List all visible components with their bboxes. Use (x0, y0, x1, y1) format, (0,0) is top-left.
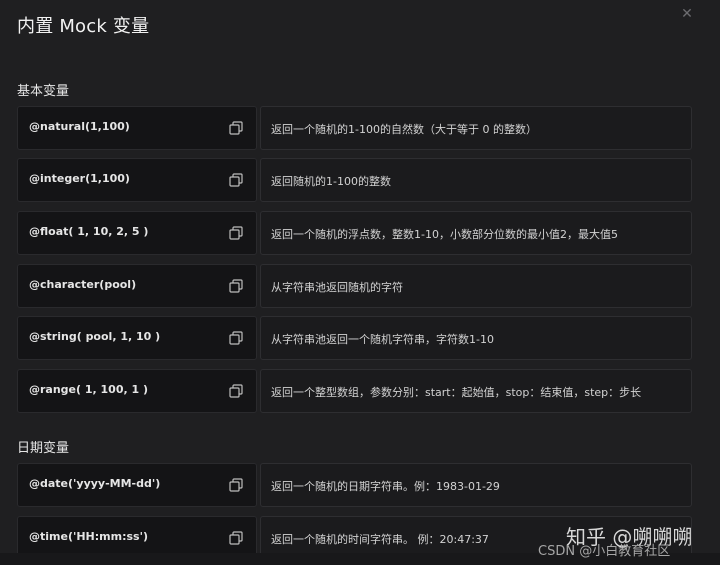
copy-icon[interactable] (229, 531, 243, 545)
section-title-date: 日期变量 (17, 441, 70, 456)
variable-code: @character(pool) (29, 278, 137, 291)
mock-variables-dialog: 内置 Mock 变量 ✕ 基本变量 @natural(1,100) 返回一个随机… (0, 0, 720, 565)
variable-row: @character(pool) 从字符串池返回随机的字符 (17, 264, 692, 308)
variable-description: 从字符串池返回随机的字符 (271, 281, 403, 294)
variable-description: 返回一个整型数组，参数分别：start：起始值，stop：结束值，step：步长 (271, 386, 642, 399)
variable-code: @integer(1,100) (29, 172, 130, 185)
variable-description-cell: 返回随机的1-100的整数 (260, 158, 692, 202)
variable-code: @time('HH:mm:ss') (29, 530, 148, 543)
copy-icon[interactable] (229, 226, 243, 240)
copy-icon[interactable] (229, 478, 243, 492)
copy-icon[interactable] (229, 331, 243, 345)
variable-code-cell: @date('yyyy-MM-dd') (17, 463, 257, 507)
variable-code-cell: @string( pool, 1, 10 ) (17, 316, 257, 360)
variable-description: 从字符串池返回一个随机字符串，字符数1-10 (271, 333, 494, 346)
variable-code-cell: @character(pool) (17, 264, 257, 308)
variable-description: 返回一个随机的日期字符串。例：1983-01-29 (271, 480, 500, 493)
variable-description-cell: 返回一个随机的日期字符串。例：1983-01-29 (260, 463, 692, 507)
variable-code: @string( pool, 1, 10 ) (29, 330, 161, 343)
copy-icon[interactable] (229, 121, 243, 135)
copy-icon[interactable] (229, 279, 243, 293)
variable-code-cell: @natural(1,100) (17, 106, 257, 150)
close-icon[interactable]: ✕ (679, 6, 695, 22)
copy-icon[interactable] (229, 173, 243, 187)
variable-code: @date('yyyy-MM-dd') (29, 477, 161, 490)
variable-row: @float( 1, 10, 2, 5 ) 返回一个随机的浮点数，整数1-10，… (17, 211, 692, 255)
variable-description: 返回一个随机的浮点数，整数1-10，小数部分位数的最小值2，最大值5 (271, 228, 618, 241)
variable-description-cell: 从字符串池返回随机的字符 (260, 264, 692, 308)
csdn-watermark: CSDN @小白教育社区 (538, 544, 671, 559)
variable-code: @natural(1,100) (29, 120, 130, 133)
variable-description: 返回一个随机的1-100的自然数（大于等于 0 的整数） (271, 123, 537, 136)
variable-row: @range( 1, 100, 1 ) 返回一个整型数组，参数分别：start：… (17, 369, 692, 413)
variable-description: 返回一个随机的时间字符串。 例：20:47:37 (271, 533, 489, 546)
variable-description-cell: 返回一个随机的1-100的自然数（大于等于 0 的整数） (260, 106, 692, 150)
copy-icon[interactable] (229, 384, 243, 398)
variable-row: @integer(1,100) 返回随机的1-100的整数 (17, 158, 692, 202)
variable-code-cell: @range( 1, 100, 1 ) (17, 369, 257, 413)
variable-description-cell: 从字符串池返回一个随机字符串，字符数1-10 (260, 316, 692, 360)
variable-code-cell: @integer(1,100) (17, 158, 257, 202)
section-title-basic: 基本变量 (17, 84, 70, 99)
variable-code: @range( 1, 100, 1 ) (29, 383, 149, 396)
variable-row: @date('yyyy-MM-dd') 返回一个随机的日期字符串。例：1983-… (17, 463, 692, 507)
variable-row: @natural(1,100) 返回一个随机的1-100的自然数（大于等于 0 … (17, 106, 692, 150)
variable-row: @string( pool, 1, 10 ) 从字符串池返回一个随机字符串，字符… (17, 316, 692, 360)
variable-code: @float( 1, 10, 2, 5 ) (29, 225, 149, 238)
variable-code-cell: @float( 1, 10, 2, 5 ) (17, 211, 257, 255)
variable-description: 返回随机的1-100的整数 (271, 175, 391, 188)
dialog-title: 内置 Mock 变量 (17, 16, 150, 37)
variable-description-cell: 返回一个整型数组，参数分别：start：起始值，stop：结束值，step：步长 (260, 369, 692, 413)
variable-description-cell: 返回一个随机的浮点数，整数1-10，小数部分位数的最小值2，最大值5 (260, 211, 692, 255)
